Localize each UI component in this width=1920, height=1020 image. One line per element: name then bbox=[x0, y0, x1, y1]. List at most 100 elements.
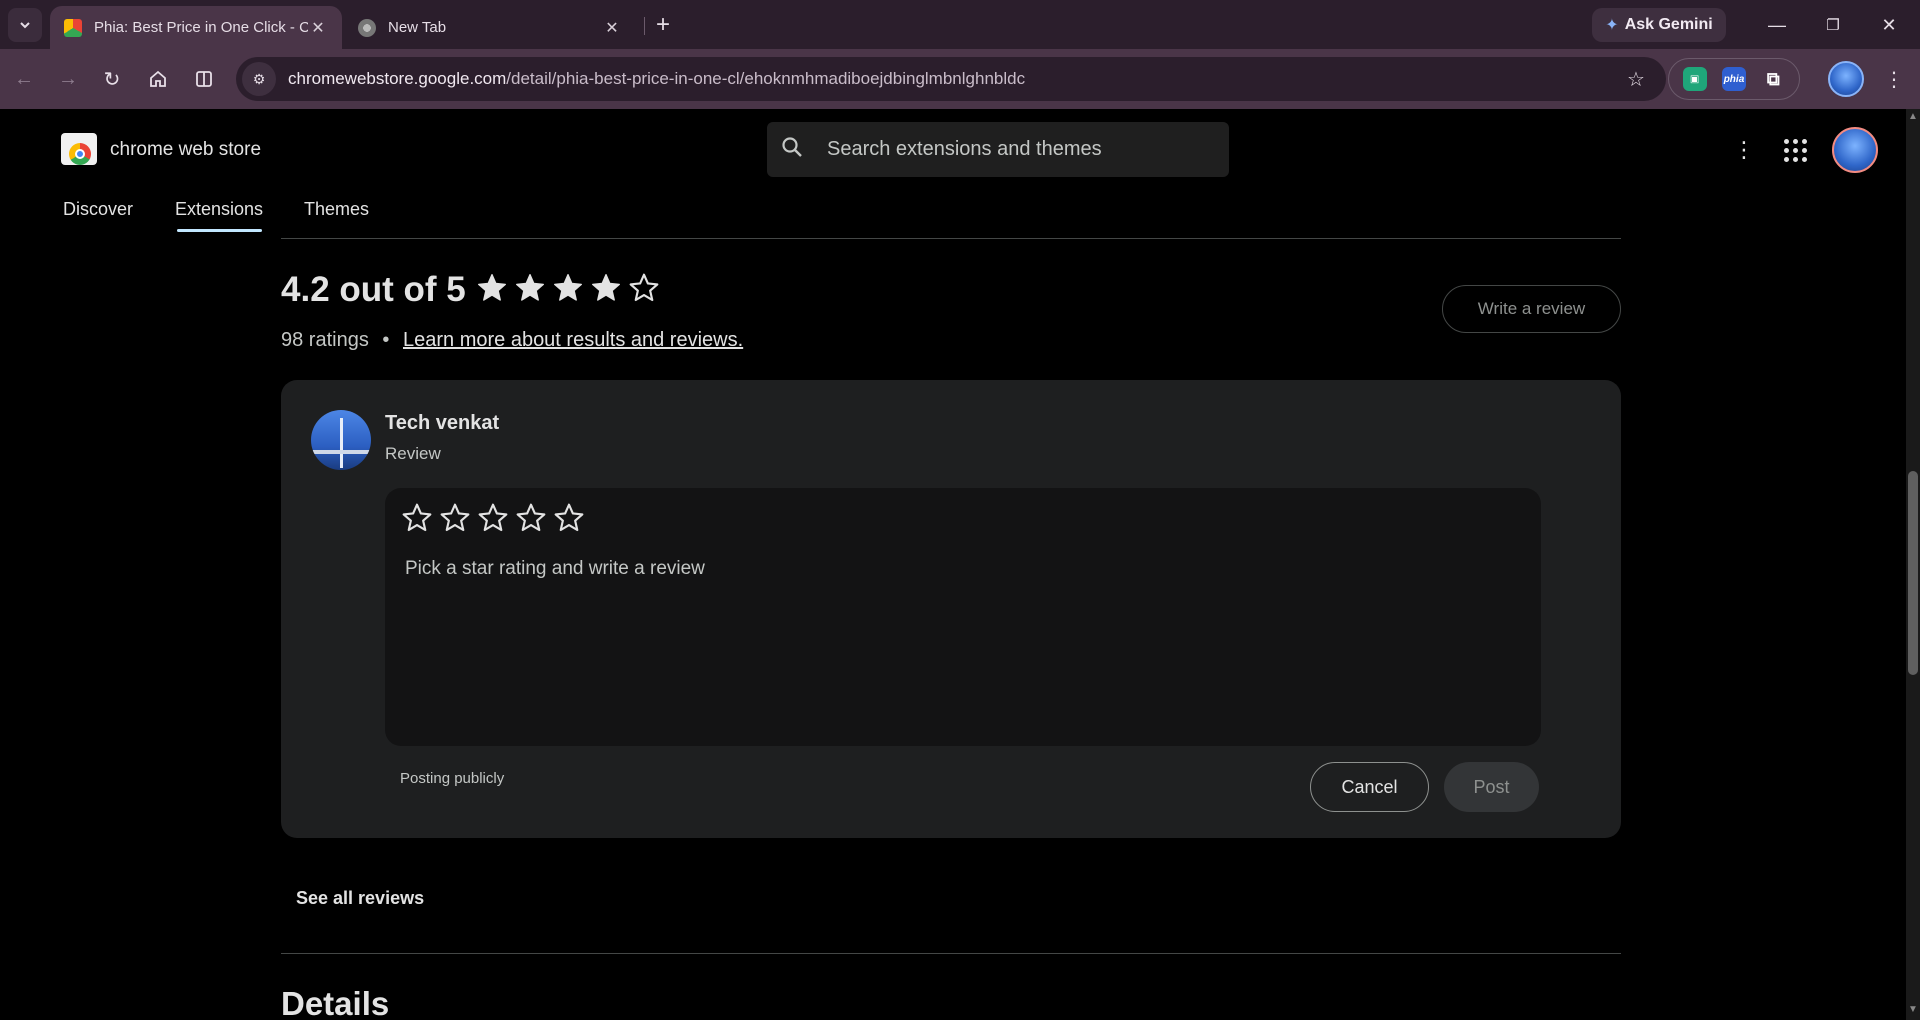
star-picker-icon[interactable] bbox=[477, 502, 509, 534]
scrollbar-thumb[interactable] bbox=[1908, 471, 1918, 675]
url-path: /detail/phia-best-price-in-one-cl/ehoknm… bbox=[506, 69, 1026, 88]
active-tab-indicator bbox=[177, 229, 262, 232]
site-info-button[interactable]: ⚙ bbox=[242, 62, 276, 96]
ask-gemini-label: Ask Gemini bbox=[1624, 16, 1713, 33]
tab-discover[interactable]: Discover bbox=[63, 199, 133, 220]
rating-summary-title: 4.2 out of 5 bbox=[281, 270, 466, 309]
tab-themes[interactable]: Themes bbox=[304, 199, 369, 220]
chrome-menu-button[interactable]: ⋮ bbox=[1878, 63, 1910, 95]
star-picker-icon[interactable] bbox=[439, 502, 471, 534]
tab-separator bbox=[644, 17, 645, 35]
learn-more-link[interactable]: Learn more about results and reviews. bbox=[403, 329, 743, 351]
extensions-group: ▣ phia ⧉ bbox=[1668, 58, 1800, 100]
review-label: Review bbox=[385, 444, 441, 463]
more-vertical-icon: ⋮ bbox=[1733, 137, 1755, 162]
section-divider bbox=[281, 953, 1621, 954]
tab-title: New Tab bbox=[388, 19, 447, 36]
star-filled-icon bbox=[478, 274, 506, 301]
reload-button[interactable]: ↻ bbox=[96, 63, 128, 95]
star-filled-icon bbox=[592, 274, 620, 301]
tab-extensions[interactable]: Extensions bbox=[175, 199, 263, 220]
forward-button[interactable]: → bbox=[52, 63, 84, 95]
home-button[interactable] bbox=[142, 63, 174, 95]
tab-title: Phia: Best Price in One Click - Chrome W… bbox=[94, 19, 308, 36]
phia-extension-icon[interactable]: phia bbox=[1721, 67, 1746, 91]
ask-gemini-button[interactable]: ✦ Ask Gemini bbox=[1592, 8, 1726, 42]
logo-core bbox=[75, 149, 85, 159]
close-icon: ✕ bbox=[1881, 14, 1897, 35]
minimize-button[interactable]: — bbox=[1760, 10, 1794, 40]
search-placeholder: Search extensions and themes bbox=[827, 138, 1102, 160]
posting-publicly-note: Posting publicly bbox=[400, 770, 505, 787]
back-button[interactable]: ← bbox=[8, 63, 40, 95]
details-heading: Details bbox=[281, 985, 390, 1020]
rating-count: 98 ratings bbox=[281, 329, 369, 351]
url-text[interactable]: chromewebstore.google.com/detail/phia-be… bbox=[288, 69, 1620, 89]
tab-search-button[interactable] bbox=[8, 8, 42, 42]
home-icon bbox=[150, 70, 166, 87]
account-avatar[interactable] bbox=[1832, 127, 1878, 173]
average-rating-stars bbox=[476, 272, 660, 304]
tune-icon: ⚙ bbox=[252, 70, 266, 87]
header-divider bbox=[281, 238, 1621, 239]
review-textarea[interactable]: Pick a star rating and write a review bbox=[385, 488, 1541, 746]
green-extension-icon[interactable]: ▣ bbox=[1682, 67, 1707, 91]
more-vertical-icon: ⋮ bbox=[1884, 68, 1904, 91]
store-name[interactable]: chrome web store bbox=[110, 139, 261, 161]
chrome-web-store-icon bbox=[64, 18, 82, 37]
tab-strip: Phia: Best Price in One Click - Chrome W… bbox=[0, 0, 1920, 49]
chevron-down-icon bbox=[20, 22, 30, 29]
split-view-button[interactable] bbox=[188, 63, 220, 95]
gemini-sparkle-icon: ✦ bbox=[1605, 17, 1619, 34]
chrome-web-store-logo[interactable] bbox=[61, 133, 97, 165]
search-input[interactable]: Search extensions and themes bbox=[767, 122, 1229, 177]
review-form-card: Tech venkat Review Pick a star rating an… bbox=[281, 380, 1621, 838]
star-filled-icon bbox=[516, 274, 544, 301]
web-page: chrome web store Search extensions and t… bbox=[0, 109, 1906, 1020]
star-filled-icon bbox=[554, 274, 582, 301]
puzzle-icon[interactable]: ⧉ bbox=[1761, 67, 1785, 91]
bookmark-button[interactable]: ☆ bbox=[1620, 63, 1652, 95]
review-placeholder: Pick a star rating and write a review bbox=[405, 558, 705, 579]
avatar-bridge-mast bbox=[340, 418, 343, 468]
more-options-button[interactable]: ⋮ bbox=[1729, 135, 1759, 165]
cancel-button[interactable]: Cancel bbox=[1310, 762, 1429, 812]
reviewer-name: Tech venkat bbox=[385, 412, 500, 434]
new-tab-button[interactable]: + bbox=[648, 10, 678, 40]
apps-grid-icon[interactable] bbox=[1780, 135, 1810, 165]
star-rating-picker bbox=[401, 502, 585, 534]
profile-avatar[interactable] bbox=[1828, 61, 1864, 97]
bullet-separator: • bbox=[382, 329, 390, 351]
split-view-icon bbox=[196, 71, 212, 87]
minimize-icon: — bbox=[1768, 14, 1786, 35]
address-bar[interactable]: ⚙ chromewebstore.google.com/detail/phia-… bbox=[236, 57, 1666, 101]
close-icon[interactable]: ✕ bbox=[602, 18, 622, 38]
reviewer-avatar bbox=[311, 410, 371, 470]
tab-new-tab[interactable]: New Tab ✕ bbox=[344, 6, 636, 49]
see-all-reviews-link[interactable]: See all reviews bbox=[296, 888, 424, 909]
scroll-up-arrow-icon[interactable]: ▲ bbox=[1906, 111, 1920, 125]
restore-button[interactable]: ❐ bbox=[1816, 10, 1850, 40]
plus-icon: + bbox=[655, 11, 670, 38]
write-review-button[interactable]: Write a review bbox=[1442, 285, 1621, 333]
star-picker-icon[interactable] bbox=[401, 502, 433, 534]
arrow-right-icon: → bbox=[58, 67, 78, 90]
arrow-left-icon: ← bbox=[14, 67, 34, 90]
star-picker-icon[interactable] bbox=[515, 502, 547, 534]
tab-phia[interactable]: Phia: Best Price in One Click - Chrome W… bbox=[50, 6, 342, 49]
rating-meta: 98 ratings • Learn more about results an… bbox=[281, 329, 743, 352]
close-icon[interactable]: ✕ bbox=[308, 18, 328, 38]
chrome-icon bbox=[358, 18, 376, 37]
url-host: chromewebstore.google.com bbox=[288, 69, 507, 88]
page-scrollbar[interactable]: ▲ ▼ bbox=[1906, 109, 1920, 1020]
star-picker-icon[interactable] bbox=[553, 502, 585, 534]
avatar-bridge-road bbox=[311, 450, 371, 454]
search-icon bbox=[781, 136, 811, 164]
close-window-button[interactable]: ✕ bbox=[1872, 10, 1906, 40]
browser-toolbar: ← → ↻ ⚙ chromewebstore.google.com/detail… bbox=[0, 49, 1920, 109]
restore-icon: ❐ bbox=[1826, 17, 1840, 34]
scroll-down-arrow-icon[interactable]: ▼ bbox=[1906, 1004, 1920, 1018]
post-button[interactable]: Post bbox=[1444, 762, 1539, 812]
star-outline-icon: ☆ bbox=[1627, 68, 1645, 91]
reload-icon: ↻ bbox=[103, 68, 121, 91]
